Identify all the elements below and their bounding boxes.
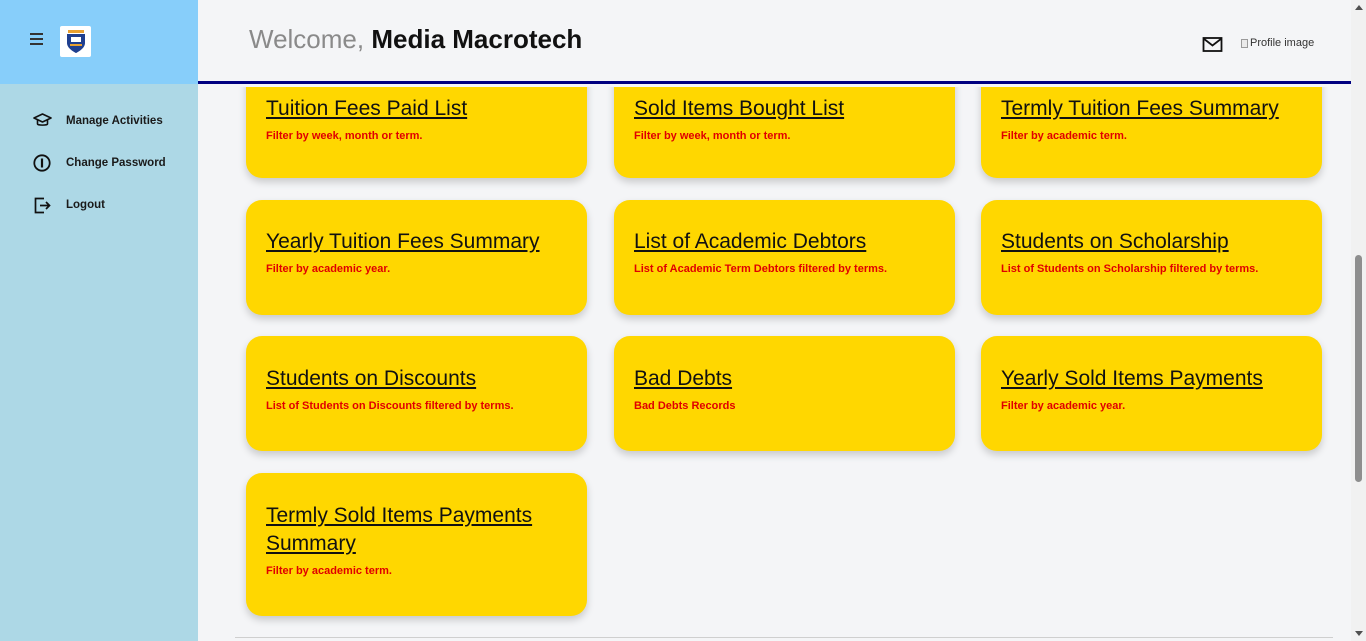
logout-arrow-icon: [32, 195, 52, 215]
report-card-title[interactable]: Bad Debts: [634, 365, 935, 393]
profile-image-alt-text: Profile image: [1250, 37, 1315, 49]
scroll-down-arrow-icon[interactable]: [1355, 631, 1363, 636]
report-card-subtitle: Bad Debts Records: [634, 400, 736, 412]
report-card[interactable]: Yearly Tuition Fees Summary Filter by ac…: [246, 200, 587, 315]
user-name: Media Macrotech: [371, 24, 583, 54]
report-card[interactable]: Students on Scholarship List of Students…: [981, 200, 1322, 315]
report-card[interactable]: List of Academic Debtors List of Academi…: [614, 200, 955, 315]
report-card[interactable]: Tuition Fees Paid List Filter by week, m…: [246, 87, 587, 178]
report-card-subtitle: List of Academic Term Debtors filtered b…: [634, 263, 888, 275]
report-card-title[interactable]: Termly Tuition Fees Summary: [1001, 95, 1302, 123]
footer-divider: [235, 637, 1333, 638]
report-card-subtitle: Filter by week, month or term.: [266, 130, 423, 142]
report-card-subtitle: Filter by academic year.: [266, 263, 391, 275]
welcome-prefix: Welcome,: [249, 24, 372, 54]
report-card-title[interactable]: Yearly Sold Items Payments: [1001, 365, 1302, 393]
top-header: Welcome, Media Macrotech Profile image: [198, 0, 1351, 84]
profile-image[interactable]: Profile image: [1241, 37, 1314, 49]
info-circle-icon: [32, 153, 52, 173]
scroll-up-arrow-icon[interactable]: [1355, 5, 1363, 10]
report-card-title[interactable]: List of Academic Debtors: [634, 228, 935, 256]
sidebar-item-label: Manage Activities: [66, 115, 163, 127]
report-card-subtitle: List of Students on Discounts filtered b…: [266, 400, 514, 412]
sidebar-item-change-password[interactable]: Change Password: [0, 142, 198, 184]
report-card-subtitle: Filter by week, month or term.: [634, 130, 791, 142]
report-card[interactable]: Sold Items Bought List Filter by week, m…: [614, 87, 955, 178]
sidebar-header: [0, 0, 198, 84]
report-card-subtitle: Filter by academic year.: [1001, 400, 1126, 412]
report-card-subtitle: Filter by academic term.: [266, 565, 392, 577]
report-card[interactable]: Termly Tuition Fees Summary Filter by ac…: [981, 87, 1322, 178]
report-card-title[interactable]: Sold Items Bought List: [634, 95, 935, 123]
report-card-subtitle: List of Students on Scholarship filtered…: [1001, 263, 1259, 275]
report-card[interactable]: Bad Debts Bad Debts Records: [614, 336, 955, 451]
report-card-title[interactable]: Termly Sold Items Payments Summary: [266, 502, 556, 558]
report-card-title[interactable]: Students on Discounts: [266, 365, 567, 393]
reports-grid: Tuition Fees Paid List Filter by week, m…: [198, 87, 1351, 641]
report-card-title[interactable]: Students on Scholarship: [1001, 228, 1302, 256]
vertical-scrollbar[interactable]: [1351, 0, 1366, 641]
report-card-title[interactable]: Yearly Tuition Fees Summary: [266, 228, 567, 256]
scrollbar-thumb[interactable]: [1355, 255, 1362, 482]
school-crest-logo[interactable]: [60, 26, 91, 57]
sidebar: Manage Activities Change Password Logout: [0, 0, 198, 641]
sidebar-item-logout[interactable]: Logout: [0, 184, 198, 226]
mail-icon[interactable]: [1202, 36, 1223, 54]
sidebar-item-manage-activities[interactable]: Manage Activities: [0, 100, 198, 142]
report-card-subtitle: Filter by academic term.: [1001, 130, 1127, 142]
report-card[interactable]: Termly Sold Items Payments Summary Filte…: [246, 473, 587, 616]
report-card[interactable]: Students on Discounts List of Students o…: [246, 336, 587, 451]
hamburger-menu-icon[interactable]: [30, 33, 46, 47]
graduation-cap-icon: [32, 111, 52, 131]
sidebar-item-label: Logout: [66, 199, 105, 211]
report-card[interactable]: Yearly Sold Items Payments Filter by aca…: [981, 336, 1322, 451]
sidebar-nav: Manage Activities Change Password Logout: [0, 100, 198, 226]
sidebar-item-label: Change Password: [66, 157, 166, 169]
report-card-title[interactable]: Tuition Fees Paid List: [266, 95, 567, 123]
broken-image-icon: [1241, 38, 1248, 48]
welcome-message: Welcome, Media Macrotech: [249, 24, 582, 55]
